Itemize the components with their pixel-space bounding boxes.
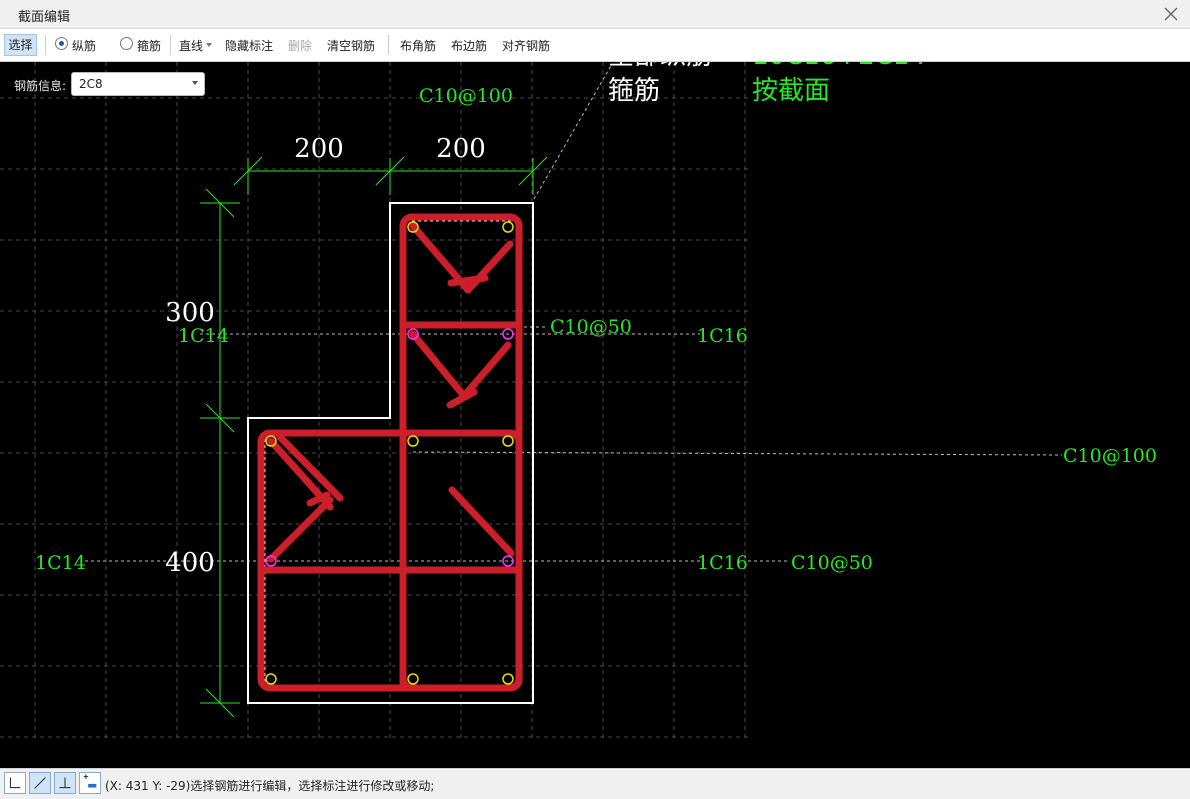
- dimension-left-upper[interactable]: 300: [165, 298, 215, 328]
- delete-button[interactable]: 删除: [288, 37, 312, 54]
- status-bar: (X: 431 Y: -29)选择钢筋进行编辑，选择标注进行修改或移动;: [0, 768, 1190, 799]
- side-rebar-button[interactable]: 布边筋: [451, 37, 487, 54]
- annotation-top-stirrup[interactable]: C10@100: [419, 85, 513, 107]
- grid-lines: [0, 62, 748, 740]
- line-icon[interactable]: [29, 772, 51, 794]
- toolbar-divider: [170, 35, 171, 55]
- perpendicular-icon[interactable]: [54, 772, 76, 794]
- annotation-left-lower-rebar[interactable]: 1C14: [35, 552, 86, 574]
- corner-rebar: [407, 673, 419, 685]
- toolbar-divider: [388, 35, 389, 55]
- annotation-right-mid-stirrup[interactable]: C10@100: [1063, 445, 1157, 467]
- legend-stirrup-label: 箍筋: [608, 76, 660, 106]
- rebar-info-select[interactable]: 2C8: [71, 72, 205, 96]
- crosstie: [409, 330, 468, 400]
- crosstie-hook: [447, 274, 489, 287]
- hide-annotation-button[interactable]: 隐藏标注: [225, 37, 273, 54]
- close-icon[interactable]: [1162, 5, 1180, 23]
- add-point-icon[interactable]: [79, 772, 101, 794]
- chevron-down-icon[interactable]: [206, 43, 212, 48]
- leader-lines: [85, 63, 1063, 562]
- longitudinal-radio[interactable]: [55, 37, 68, 50]
- clear-rebar-button[interactable]: 清空钢筋: [327, 37, 375, 54]
- window-title: 截面编辑: [18, 10, 71, 25]
- annotation-mid-stirrup-upper[interactable]: C10@50: [550, 316, 632, 338]
- corner-rebar: [502, 221, 514, 233]
- align-rebar-button[interactable]: 对齐钢筋: [502, 37, 550, 54]
- legend-longitudinal-value: 10C16+2C14: [752, 62, 926, 71]
- corner-rebar: [502, 435, 514, 447]
- toolbar-divider: [45, 35, 46, 55]
- stirrup-label[interactable]: 箍筋: [137, 37, 161, 54]
- stirrup-radio[interactable]: [120, 37, 133, 50]
- chevron-down-icon: [192, 81, 198, 85]
- annotation-left-upper-rebar[interactable]: 1C14: [178, 325, 229, 347]
- longitudinal-label[interactable]: 纵筋: [72, 37, 96, 54]
- dimension-left-lower[interactable]: 400: [165, 548, 215, 578]
- toolbar: 选择 纵筋 箍筋 直线 隐藏标注 删除 清空钢筋 布角筋 布边筋 对齐钢筋: [0, 29, 1190, 62]
- corner-rebar: [407, 435, 419, 447]
- corner-rebar-button[interactable]: 布角筋: [400, 37, 436, 54]
- dimension-lines: [200, 156, 548, 718]
- title-bar: 截面编辑: [0, 0, 1190, 29]
- legend-longitudinal-label: 全部纵筋: [608, 62, 712, 71]
- section-drawing[interactable]: 200 200 300 400 全部纵筋 10C16+2C14 箍筋 按截面 C…: [0, 62, 1190, 768]
- corner-rebar: [265, 673, 277, 685]
- annotation-right-lower-stirrup[interactable]: C10@50: [791, 552, 873, 574]
- crosstie: [267, 496, 334, 563]
- crosstie: [460, 341, 512, 400]
- ortho-icon[interactable]: [4, 772, 26, 794]
- line-mode-dropdown[interactable]: 直线: [179, 37, 203, 54]
- rebar-info-label: 钢筋信息:: [14, 79, 67, 93]
- status-message: (X: 431 Y: -29)选择钢筋进行编辑，选择标注进行修改或移动;: [105, 779, 435, 793]
- annotation-right-lower-rebar[interactable]: 1C16: [697, 552, 748, 574]
- dimension-top-right[interactable]: 200: [436, 134, 486, 164]
- corner-rebar: [502, 673, 514, 685]
- annotation-right-upper-rebar[interactable]: 1C16: [697, 325, 748, 347]
- rebar-info-value: 2C8: [79, 77, 103, 91]
- legend-stirrup-value: 按截面: [752, 76, 830, 106]
- drawing-canvas[interactable]: 200 200 300 400 全部纵筋 10C16+2C14 箍筋 按截面 C…: [0, 62, 1190, 768]
- select-button[interactable]: 选择: [4, 34, 37, 56]
- dimension-top-left[interactable]: 200: [294, 134, 344, 164]
